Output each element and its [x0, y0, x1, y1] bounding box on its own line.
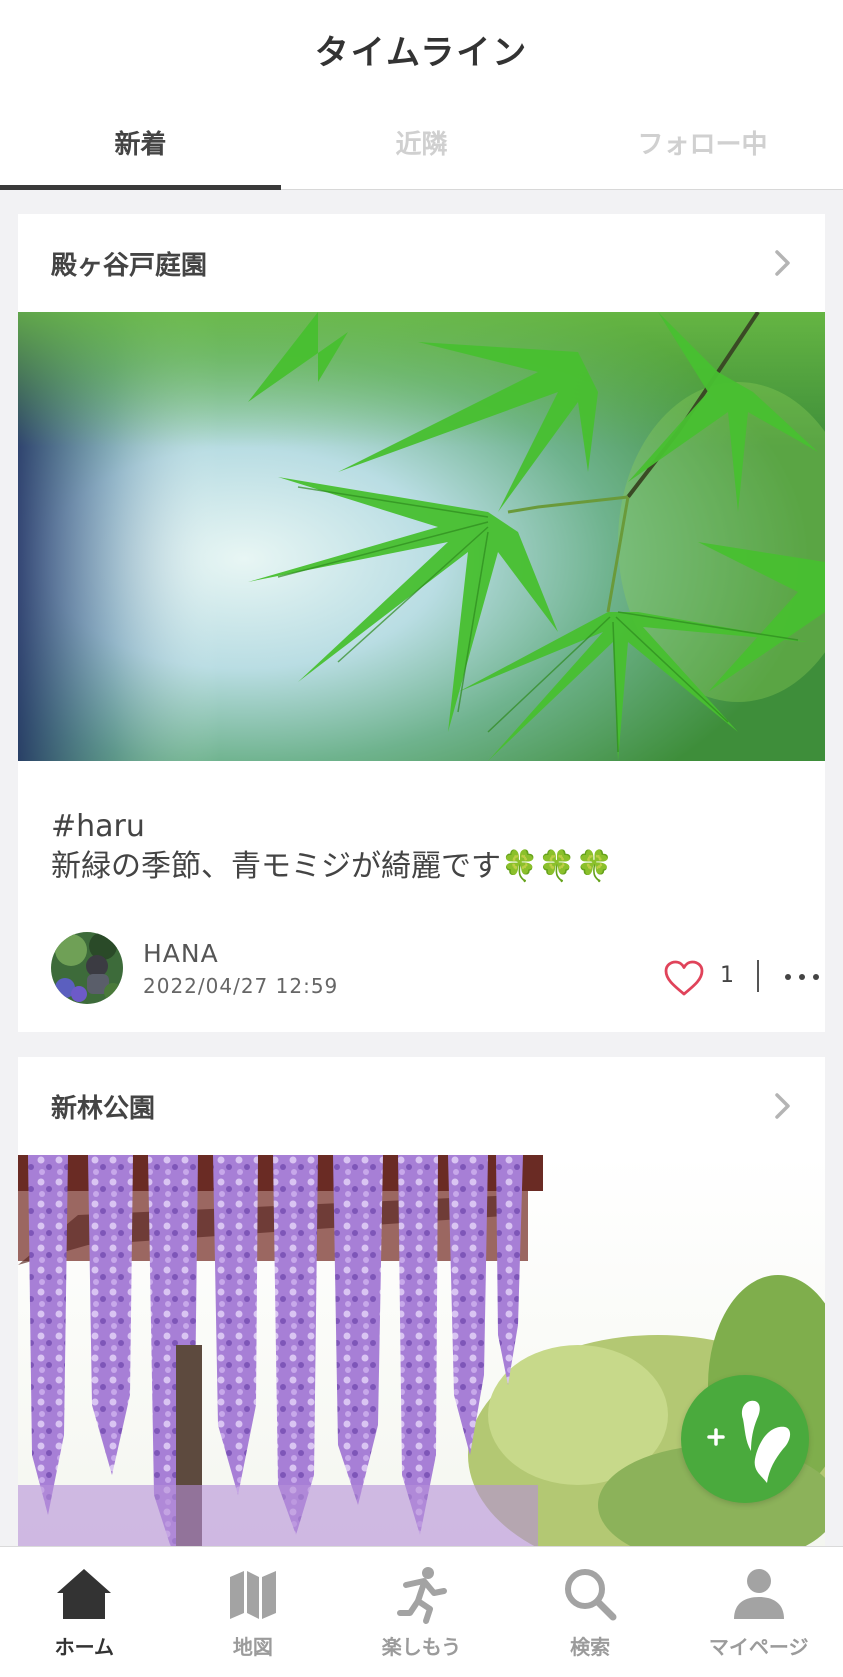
place-name: 新林公園	[51, 1093, 156, 1124]
post-caption: 新緑の季節、青モミジが綺麗です🍀🍀🍀	[51, 849, 614, 884]
chevron-right-icon	[775, 250, 790, 276]
post-meta: HANA 2022/04/27 12:59 1	[51, 932, 821, 1006]
post-card: 殿ヶ谷戸庭園 #haru 新緑の季節、青モミジが綺麗です🍀🍀🍀 HANA 202…	[18, 214, 825, 1032]
like-count: 1	[720, 963, 734, 988]
nav-search[interactable]: 検索	[506, 1547, 675, 1677]
place-header[interactable]: 新林公園	[18, 1057, 825, 1155]
tab-following[interactable]: フォロー中	[562, 96, 843, 189]
add-post-icon	[707, 1400, 791, 1483]
nav-label: 検索	[570, 1635, 611, 1659]
bottom-navigation: ホーム 地図 楽しもう 検索 マイページ	[0, 1546, 843, 1677]
post-body: #haru 新緑の季節、青モミジが綺麗です🍀🍀🍀	[18, 761, 825, 887]
chevron-right-icon	[775, 1093, 790, 1119]
page-title: タイムライン	[314, 32, 529, 73]
nav-map[interactable]: 地図	[169, 1547, 338, 1677]
nav-label: マイページ	[708, 1635, 809, 1659]
more-options-icon[interactable]	[784, 972, 820, 982]
nav-label: 楽しもう	[381, 1635, 462, 1659]
app-header: タイムライン	[0, 0, 843, 96]
home-icon	[57, 1569, 112, 1619]
place-header[interactable]: 殿ヶ谷戸庭園	[18, 214, 825, 312]
tab-new[interactable]: 新着	[0, 96, 281, 190]
nav-enjoy[interactable]: 楽しもう	[337, 1547, 506, 1677]
nav-mypage[interactable]: マイページ	[674, 1547, 843, 1677]
nav-home[interactable]: ホーム	[0, 1547, 169, 1677]
post-photo-maple[interactable]	[18, 312, 825, 761]
nav-label: 地図	[232, 1635, 273, 1659]
post-date: 2022/04/27 12:59	[143, 974, 339, 998]
search-icon	[565, 1569, 617, 1621]
user-name[interactable]: HANA	[143, 939, 219, 968]
tab-nearby[interactable]: 近隣	[281, 96, 562, 189]
hashtag-link[interactable]: #haru	[51, 807, 793, 847]
place-name: 殿ヶ谷戸庭園	[51, 250, 208, 281]
heart-icon[interactable]	[663, 959, 705, 997]
person-icon	[733, 1569, 784, 1619]
divider	[757, 960, 759, 992]
nav-label: ホーム	[54, 1635, 114, 1659]
timeline-tabs: 新着 近隣 フォロー中	[0, 96, 843, 190]
running-person-icon	[397, 1567, 448, 1624]
avatar[interactable]	[51, 932, 123, 1004]
add-post-button[interactable]	[681, 1375, 809, 1503]
map-icon	[229, 1571, 276, 1619]
